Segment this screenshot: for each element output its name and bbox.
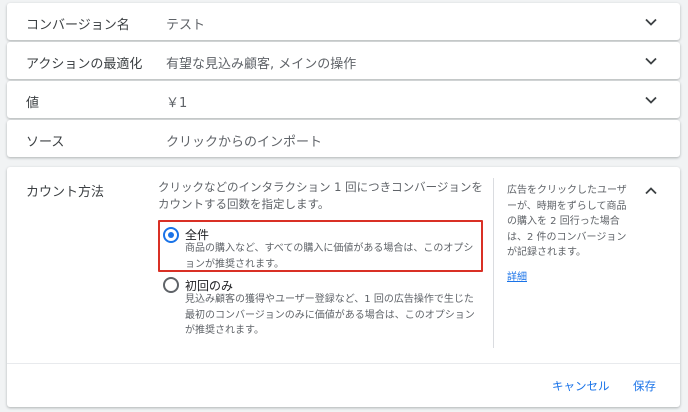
- option-first[interactable]: 初回のみ 見込み顧客の獲得やユーザー登録など、1 回の広告操作で生じた最初のコン…: [158, 274, 483, 338]
- action-optimization-value: 有望な見込み顧客, メインの操作: [166, 57, 357, 72]
- option-all[interactable]: 全件 商品の購入など、すべての購入に価値がある場合は、このオプションが推奨されま…: [158, 220, 483, 272]
- option-first-description: 見込み顧客の獲得やユーザー登録など、1 回の広告操作で生じた最初のコンバージョン…: [185, 294, 475, 336]
- radio-all[interactable]: [163, 227, 179, 243]
- action-optimization-label: アクションの最適化: [26, 57, 143, 72]
- radio-first[interactable]: [163, 277, 179, 293]
- action-optimization-row[interactable]: アクションの最適化 有望な見込み顧客, メインの操作: [7, 42, 680, 79]
- help-text: 広告をクリックしたユーザーが、時期をずらして商品の購入を 2 回行った場合は、2…: [507, 185, 627, 258]
- chevron-down-icon[interactable]: [644, 54, 658, 68]
- option-all-description: 商品の購入など、すべての購入に価値がある場合は、このオプションが推奨されます。: [185, 243, 474, 270]
- count-method-panel: カウント方法 クリックなどのインタラクション 1 回につきコンバージョンを カウ…: [7, 167, 680, 407]
- save-button[interactable]: 保存: [633, 378, 656, 394]
- chevron-down-icon[interactable]: [644, 93, 658, 107]
- conversion-name-value: テスト: [166, 18, 206, 33]
- count-method-description: クリックなどのインタラクション 1 回につきコンバージョンを カウントする回数を…: [158, 180, 483, 211]
- conversion-name-row[interactable]: コンバージョン名 テスト: [7, 3, 680, 40]
- source-value: クリックからのインポート: [166, 135, 323, 150]
- details-link[interactable]: 詳細: [507, 268, 527, 283]
- conversion-name-label: コンバージョン名: [26, 18, 130, 33]
- vertical-divider: [493, 178, 494, 348]
- source-row: ソース クリックからのインポート: [7, 120, 680, 157]
- chevron-down-icon[interactable]: [644, 15, 658, 29]
- value-row[interactable]: 値 ￥1: [7, 81, 680, 118]
- footer-divider: [7, 363, 680, 364]
- count-method-title: カウント方法: [26, 185, 105, 200]
- chevron-up-icon[interactable]: [644, 184, 658, 198]
- value-amount: ￥1: [166, 96, 188, 111]
- value-label: 値: [26, 96, 40, 111]
- source-label: ソース: [26, 135, 65, 150]
- cancel-button[interactable]: キャンセル: [552, 378, 610, 394]
